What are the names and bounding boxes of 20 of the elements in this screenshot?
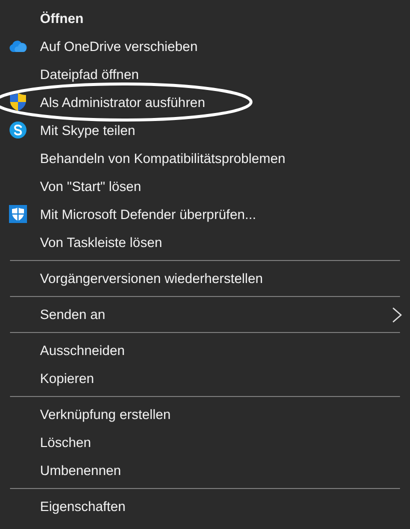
menu-item[interactable]: Dateipfad öffnen [40,66,139,82]
menu-item[interactable]: Öffnen [40,10,84,26]
menu-item[interactable]: Behandeln von Kompatibilitätsproblemen [40,150,286,166]
menu-item[interactable]: Mit Skype teilen [40,122,136,138]
menu-item[interactable]: Verknüpfung erstellen [40,406,171,422]
shield-icon [10,93,26,111]
menu-item[interactable]: Ausschneiden [40,342,125,358]
menu-item[interactable]: Kopieren [40,370,94,386]
skype-icon [9,121,27,139]
cloud-icon [9,40,27,52]
menu-item[interactable]: Von "Start" lösen [40,178,142,194]
menu-item[interactable]: Von Taskleiste lösen [40,234,162,250]
shield-icon [9,205,27,223]
menu-item[interactable]: Mit Microsoft Defender überprüfen... [40,206,256,222]
menu-item[interactable]: Vorgängerversionen wiederherstellen [40,270,263,286]
menu-item[interactable]: Umbenennen [40,462,122,478]
menu-item[interactable]: Eigenschaften [40,498,126,514]
menu-item[interactable]: Auf OneDrive verschieben [40,38,198,54]
menu-item[interactable]: Löschen [40,434,92,450]
menu-item[interactable]: Senden an [40,306,106,322]
